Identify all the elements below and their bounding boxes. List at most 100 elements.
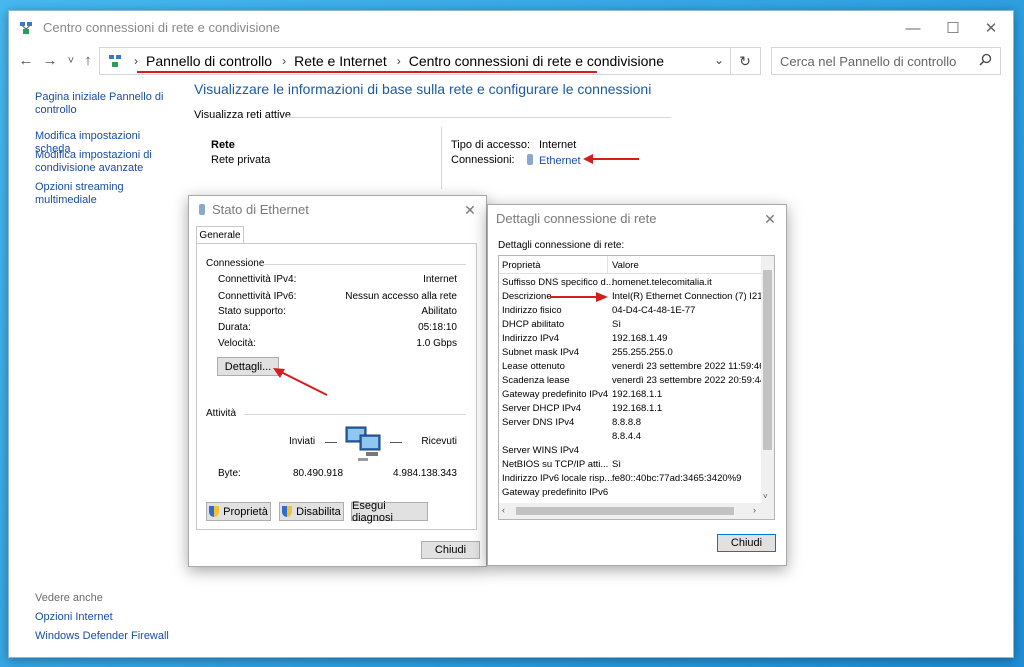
details-row[interactable]: DHCP abilitato Sì xyxy=(499,319,774,333)
annotation-arrow xyxy=(583,154,639,164)
speed-label: Velocità: xyxy=(218,338,256,349)
scrollbar-thumb[interactable] xyxy=(763,270,772,450)
details-row-value: venerdì 23 settembre 2022 11:59:46 xyxy=(612,361,765,372)
close-details-button[interactable]: Chiudi xyxy=(717,534,776,552)
forward-arrow-icon: → xyxy=(42,52,58,69)
access-type-label: Tipo di accesso: xyxy=(451,139,531,151)
details-row[interactable]: Server WINS IPv4 xyxy=(499,445,774,459)
recent-locations-button[interactable]: ˅ xyxy=(62,51,80,71)
scroll-left-icon[interactable]: ‹ xyxy=(502,505,505,515)
vertical-scrollbar[interactable]: ˅ xyxy=(761,256,774,503)
breadcrumb-separator: › xyxy=(282,54,287,68)
search-input[interactable]: Cerca nel Pannello di controllo xyxy=(771,47,1001,75)
details-row[interactable]: Indirizzo fisico 04-D4-C4-48-1E-77 xyxy=(499,305,774,319)
search-placeholder: Cerca nel Pannello di controllo xyxy=(780,54,957,69)
minimize-icon: — xyxy=(905,19,921,37)
details-row-property: Gateway predefinito IPv6 xyxy=(502,487,609,498)
scrollbar-thumb[interactable] xyxy=(516,507,734,515)
active-networks-label: Visualizza reti attive xyxy=(194,109,292,121)
dialog-title: Stato di Ethernet xyxy=(212,202,309,217)
details-row[interactable]: Indirizzo IPv6 locale risp... fe80::40bc:… xyxy=(499,473,774,487)
connection-details-dialog: Dettagli connessione di rete ✕ Dettagli … xyxy=(487,204,787,566)
details-row[interactable]: Subnet mask IPv4 255.255.255.0 xyxy=(499,347,774,361)
breadcrumb-control-panel[interactable]: Pannello di controllo xyxy=(146,53,272,69)
annotation-arrow xyxy=(550,292,608,302)
close-dialog-button[interactable]: Chiudi xyxy=(421,541,480,559)
details-row[interactable]: Suffisso DNS specifico d... homenet.telec… xyxy=(499,277,774,291)
dialog-close-icon[interactable]: ✕ xyxy=(460,200,480,220)
ipv6-label: Connettività IPv6: xyxy=(218,291,297,302)
details-row-value: 8.8.8.8 xyxy=(612,417,642,428)
details-row[interactable]: Scadenza lease venerdì 23 settembre 2022 … xyxy=(499,375,774,389)
details-row[interactable]: 8.8.4.4 xyxy=(499,431,774,445)
sidebar-link-media-streaming[interactable]: Opzioni streaming multimediale xyxy=(35,181,135,207)
details-row-value: 192.168.1.1 xyxy=(612,403,663,414)
details-row-value: 255.255.255.0 xyxy=(612,347,673,358)
details-row-value: 04-D4-C4-48-1E-77 xyxy=(612,305,696,316)
column-header-property[interactable]: Proprietà xyxy=(502,260,541,271)
window-title: Centro connessioni di rete e condivision… xyxy=(43,20,281,35)
divider xyxy=(390,442,402,443)
see-also-firewall[interactable]: Windows Defender Firewall xyxy=(35,630,175,643)
sidebar-link-advanced-sharing[interactable]: Modifica impostazioni di condivisione av… xyxy=(35,149,165,175)
network-center-icon xyxy=(20,22,32,34)
details-row[interactable]: Descrizione Intel(R) Ethernet Connection … xyxy=(499,291,774,305)
divider xyxy=(441,127,442,189)
column-header-value[interactable]: Valore xyxy=(612,260,639,271)
details-row[interactable]: Gateway predefinito IPv4 192.168.1.1 xyxy=(499,389,774,403)
details-row-property: Indirizzo IPv4 xyxy=(502,333,560,344)
close-button[interactable]: ✕ xyxy=(973,15,1009,41)
dialog-title: Dettagli connessione di rete xyxy=(496,211,657,226)
details-row[interactable]: Lease ottenuto venerdì 23 settembre 2022 … xyxy=(499,361,774,375)
breadcrumb-network-internet[interactable]: Rete e Internet xyxy=(294,53,387,69)
minimize-button[interactable]: — xyxy=(895,15,931,41)
activity-group-label: Attività xyxy=(206,408,237,419)
properties-button[interactable]: Proprietà xyxy=(206,502,271,521)
back-arrow-icon: ← xyxy=(18,52,34,69)
tab-general[interactable]: Generale xyxy=(196,226,244,244)
forward-button[interactable]: → xyxy=(41,51,59,71)
sidebar-link-home[interactable]: Pagina iniziale Pannello di controllo xyxy=(35,91,175,117)
refresh-button[interactable]: ↻ xyxy=(730,48,759,74)
details-row-property: Server DHCP IPv4 xyxy=(502,403,582,414)
dialog-title-bar: Dettagli connessione di rete ✕ xyxy=(488,205,786,233)
disable-button-label: Disabilita xyxy=(296,505,341,518)
details-row[interactable]: Server DHCP IPv4 192.168.1.1 xyxy=(499,403,774,417)
ethernet-icon xyxy=(527,154,533,165)
details-listview[interactable]: Proprietà Valore Suffisso DNS specifico … xyxy=(498,255,775,520)
disable-button[interactable]: Disabilita xyxy=(279,502,344,521)
ethernet-link-label: Ethernet xyxy=(539,155,581,167)
breadcrumb-network-center[interactable]: Centro connessioni di rete e condivision… xyxy=(409,53,664,69)
details-row-value: Intel(R) Ethernet Connection (7) I219-V xyxy=(612,291,775,302)
ethernet-connection-link[interactable]: Ethernet xyxy=(527,154,581,167)
see-also-internet-options[interactable]: Opzioni Internet xyxy=(35,611,175,624)
divider xyxy=(325,442,337,443)
ethernet-icon xyxy=(199,204,205,215)
address-dropdown-icon[interactable]: ⌄ xyxy=(714,53,724,67)
up-button[interactable]: ↑ xyxy=(79,51,97,71)
column-divider[interactable] xyxy=(607,256,608,273)
media-state-label: Stato supporto: xyxy=(218,306,286,317)
details-row-value: homenet.telecomitalia.it xyxy=(612,277,712,288)
details-row-value: Sì xyxy=(612,459,621,470)
maximize-button[interactable]: ☐ xyxy=(935,15,971,41)
details-row-value: 192.168.1.1 xyxy=(612,389,663,400)
details-row[interactable]: Indirizzo IPv4 192.168.1.49 xyxy=(499,333,774,347)
scroll-down-icon[interactable]: ˅ xyxy=(763,492,768,501)
details-row-property: Server DNS IPv4 xyxy=(502,417,575,428)
duration-label: Durata: xyxy=(218,322,251,333)
scroll-right-icon[interactable]: › xyxy=(753,505,756,515)
back-button[interactable]: ← xyxy=(17,51,35,71)
details-row[interactable]: Gateway predefinito IPv6 xyxy=(499,487,774,501)
details-row-property: Indirizzo fisico xyxy=(502,305,562,316)
horizontal-scrollbar[interactable]: ‹ › xyxy=(499,503,774,519)
properties-button-label: Proprietà xyxy=(223,505,268,518)
address-row: ← → ˅ ↑ › Pannello di controllo › Rete e… xyxy=(9,45,1013,77)
divider xyxy=(263,264,466,265)
details-row[interactable]: Server DNS IPv4 8.8.8.8 xyxy=(499,417,774,431)
diagnose-button[interactable]: Esegui diagnosi xyxy=(351,500,428,524)
details-row[interactable]: NetBIOS su TCP/IP atti... Sì xyxy=(499,459,774,473)
up-arrow-icon: ↑ xyxy=(84,52,92,69)
details-row-property: NetBIOS su TCP/IP atti... xyxy=(502,459,609,470)
dialog-close-icon[interactable]: ✕ xyxy=(760,209,780,229)
